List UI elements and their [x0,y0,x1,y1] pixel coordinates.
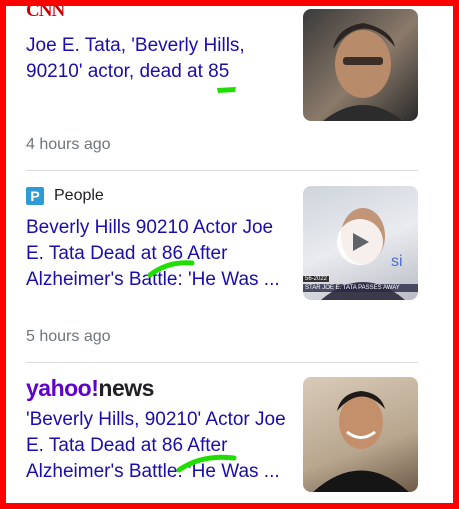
yahoo-news-logo: yahoo!news [26,375,154,402]
headline-link[interactable]: Joe E. Tata, 'Beverly Hills, 90210' acto… [26,33,291,85]
headline-link[interactable]: Beverly Hills 90210 Actor Joe E. Tata De… [26,215,291,293]
video-thumbnail[interactable]: si 56-2022 STAR JOE E. TATA PASSES AWAY [303,186,418,300]
cnn-logo: CNN [26,2,65,20]
person-photo-icon [313,391,409,492]
people-logo: P [26,187,44,205]
video-date-label: 56-2022 [303,276,330,282]
logo-yahoo-text: yahoo [26,374,92,401]
divider [26,170,418,171]
logo-news-text: news [98,374,154,401]
headline-link[interactable]: 'Beverly Hills, 90210' Actor Joe E. Tata… [26,407,291,485]
article-thumbnail[interactable] [303,9,418,121]
article-thumbnail[interactable] [303,377,418,492]
play-button[interactable] [337,219,383,265]
play-icon [353,233,369,251]
timestamp: 5 hours ago [26,328,111,345]
person-photo-icon [323,23,403,121]
divider [26,362,418,363]
svg-text:si: si [391,253,403,270]
timestamp: 4 hours ago [26,136,111,153]
source-name: People [54,187,104,204]
video-caption: STAR JOE E. TATA PASSES AWAY [303,284,418,292]
